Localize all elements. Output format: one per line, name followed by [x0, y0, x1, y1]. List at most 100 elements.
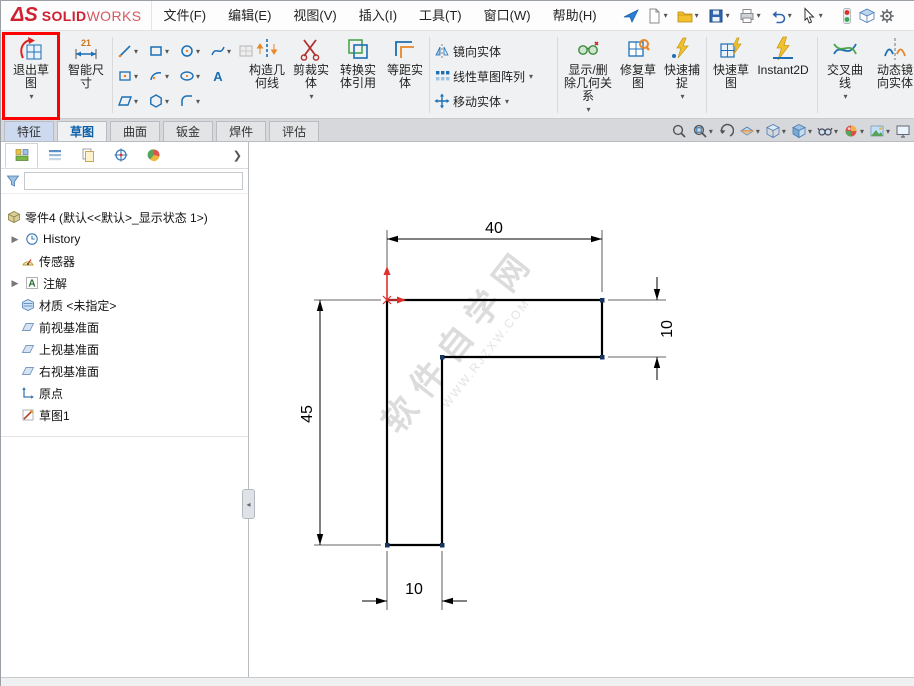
trim-entities-button[interactable]: 剪裁实体 ▾ [291, 34, 331, 116]
corner-rectangle-dropdown[interactable]: ▾ [165, 47, 169, 56]
status-lights-icon[interactable] [838, 7, 856, 25]
sketch-fillet-tool[interactable]: ▾ [178, 89, 201, 113]
smart-dimension-button[interactable]: 21 智能尺寸 [62, 34, 110, 116]
save-button[interactable]: ▾ [704, 5, 733, 27]
dimension-left[interactable]: 45 [299, 300, 381, 545]
open-dropdown[interactable]: ▾ [695, 11, 699, 20]
tab-evaluate[interactable]: 评估 [269, 121, 319, 141]
tab-sketch[interactable]: 草图 [57, 121, 107, 141]
menu-help[interactable]: 帮助(H) [542, 1, 608, 31]
ellipse-tool[interactable]: ▾ [178, 64, 201, 88]
line-tool[interactable]: ▾ [116, 39, 139, 63]
displaymanager-tab[interactable] [137, 143, 170, 168]
view-orientation-button[interactable]: ▾ [764, 122, 787, 140]
exit-sketch-dropdown[interactable]: ▾ [29, 90, 33, 103]
line-dropdown[interactable]: ▾ [134, 47, 138, 56]
menu-window[interactable]: 窗口(W) [473, 1, 542, 31]
instant2d-button[interactable]: Instant2D [755, 34, 811, 116]
move-entities-dropdown[interactable]: ▾ [505, 97, 509, 106]
menu-file[interactable]: 文件(F) [152, 1, 217, 31]
menu-view[interactable]: 视图(V) [282, 1, 347, 31]
tab-surfaces[interactable]: 曲面 [110, 121, 160, 141]
hide-show-dropdown[interactable]: ▾ [834, 127, 838, 136]
section-view-dropdown[interactable]: ▾ [756, 127, 760, 136]
select-button[interactable]: ▾ [797, 5, 826, 27]
corner-rectangle-tool[interactable]: ▾ [147, 39, 170, 63]
repair-sketch-button[interactable]: 修复草图 [618, 34, 658, 116]
rapid-sketch-button[interactable]: 快速草图 [711, 34, 751, 116]
parallelogram-dropdown[interactable]: ▾ [134, 97, 138, 106]
dimxpertmanager-tab[interactable] [104, 143, 137, 168]
offset-entities-button[interactable]: 等距实体 [385, 34, 425, 116]
new-document-dropdown[interactable]: ▾ [664, 11, 668, 20]
tree-item-history[interactable]: ▶ History [1, 228, 248, 250]
tree-item-sensors[interactable]: 传感器 [1, 250, 248, 272]
polygon-tool[interactable]: ▾ [147, 89, 170, 113]
edit-appearance-button[interactable]: ▾ [842, 122, 865, 140]
select-dropdown[interactable]: ▾ [819, 11, 823, 20]
trim-entities-dropdown[interactable]: ▾ [309, 90, 313, 103]
circle-tool[interactable]: ▾ [178, 39, 201, 63]
zoom-to-area-button[interactable]: ▾ [691, 122, 714, 140]
graphics-area[interactable]: 软件自学网 WWW.RJZXW.COM 40 10 [250, 142, 914, 677]
propertymanager-tab[interactable] [38, 143, 71, 168]
dynamic-mirror-button[interactable]: 动态镜向实体 [873, 34, 914, 116]
display-relations-dropdown[interactable]: ▾ [586, 103, 590, 116]
display-pane-icon[interactable] [858, 7, 876, 25]
hide-show-items-button[interactable]: ▾ [816, 122, 839, 140]
centerpoint-arc-dropdown[interactable]: ▾ [165, 72, 169, 81]
expand-chevron-icon[interactable]: ▶ [9, 278, 21, 289]
convert-entities-button[interactable]: 转换实体引用 [335, 34, 381, 116]
apply-scene-button[interactable]: ▾ [868, 122, 891, 140]
apply-scene-dropdown[interactable]: ▾ [886, 127, 890, 136]
dimension-right[interactable]: 10 [608, 277, 676, 380]
print-button[interactable]: ▾ [735, 5, 764, 27]
intersection-curve-button[interactable]: 交叉曲线 ▾ [823, 34, 867, 116]
tab-features[interactable]: 特征 [4, 121, 54, 141]
dimension-bottom[interactable]: 10 [362, 551, 467, 610]
intersection-curve-dropdown[interactable]: ▾ [843, 90, 847, 103]
new-document-button[interactable]: ▾ [642, 5, 671, 27]
panel-splitter-grip[interactable]: ◂ [242, 489, 255, 519]
zoom-to-fit-button[interactable] [670, 122, 688, 140]
mirror-entities-button[interactable]: 镜向实体 [434, 39, 501, 63]
tree-root-part[interactable]: 零件4 (默认<<默认>_显示状态 1>) [1, 206, 248, 228]
centerpoint-arc-tool[interactable]: ▾ [147, 64, 170, 88]
open-button[interactable]: ▾ [673, 5, 702, 27]
print-dropdown[interactable]: ▾ [757, 11, 761, 20]
menu-edit[interactable]: 编辑(E) [217, 1, 282, 31]
tab-weldments[interactable]: 焊件 [216, 121, 266, 141]
quick-snaps-button[interactable]: 快速捕捉 ▾ [662, 34, 702, 116]
view-orientation-dropdown[interactable]: ▾ [782, 127, 786, 136]
move-entities-button[interactable]: 移动实体 ▾ [434, 89, 509, 113]
tab-sheet-metal[interactable]: 钣金 [163, 121, 213, 141]
previous-view-button[interactable] [717, 122, 735, 140]
tree-item-origin[interactable]: 原点 [1, 382, 248, 404]
center-rectangle-dropdown[interactable]: ▾ [134, 72, 138, 81]
save-dropdown[interactable]: ▾ [726, 11, 730, 20]
options-gear-icon[interactable] [878, 7, 896, 25]
sketch-canvas[interactable]: 软件自学网 WWW.RJZXW.COM 40 10 [250, 142, 914, 677]
spline-dropdown[interactable]: ▾ [227, 47, 231, 56]
display-style-button[interactable]: ▾ [790, 122, 813, 140]
undo-dropdown[interactable]: ▾ [788, 11, 792, 20]
display-style-dropdown[interactable]: ▾ [808, 127, 812, 136]
polygon-dropdown[interactable]: ▾ [165, 97, 169, 106]
linear-pattern-button[interactable]: 线性草图阵列 ▾ [434, 64, 533, 88]
sketch-fillet-dropdown[interactable]: ▾ [196, 97, 200, 106]
ellipse-dropdown[interactable]: ▾ [196, 72, 200, 81]
exit-sketch-button[interactable]: 退出草图 ▾ [5, 34, 57, 116]
view-settings-button[interactable] [894, 122, 912, 140]
panel-tab-overflow-chevron[interactable]: ❯ [233, 149, 248, 162]
tree-item-top-plane[interactable]: 上视基准面 [1, 338, 248, 360]
display-relations-button[interactable]: 显示/删除几何关系 ▾ [563, 34, 613, 116]
expand-chevron-icon[interactable]: ▶ [9, 234, 21, 245]
tree-filter-input[interactable] [24, 172, 243, 190]
zoom-dropdown[interactable]: ▾ [709, 127, 713, 136]
section-view-button[interactable]: ▾ [738, 122, 761, 140]
spline-tool[interactable]: ▾ [209, 39, 232, 63]
featuremanager-tab[interactable] [5, 143, 38, 168]
edit-appearance-dropdown[interactable]: ▾ [860, 127, 864, 136]
sketch-origin-icon[interactable] [383, 266, 406, 304]
tree-item-right-plane[interactable]: 右视基准面 [1, 360, 248, 382]
